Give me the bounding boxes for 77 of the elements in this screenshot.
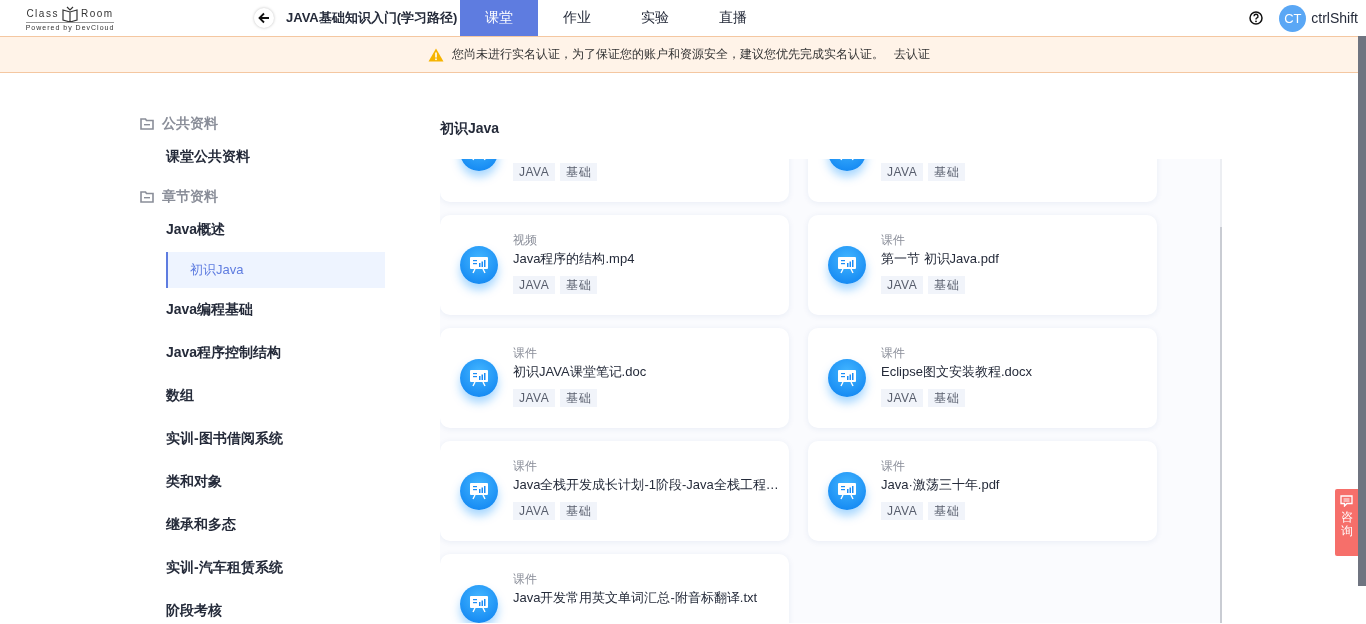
book-icon (60, 5, 79, 22)
section-heading: 章节资料 (162, 188, 218, 206)
file-name[interactable]: 第一节 初识Java.pdf (881, 249, 999, 271)
presentation-icon (460, 585, 498, 623)
page-scrollbar[interactable] (1358, 36, 1366, 586)
help-icon[interactable] (1249, 11, 1264, 25)
chapter-item[interactable]: Java编程基础 (140, 288, 440, 331)
file-card[interactable]: 课件 Java·激荡三十年.pdf JAVA 基础 (808, 441, 1157, 541)
tag: JAVA (513, 276, 556, 294)
file-card[interactable]: JAVA 基础 (440, 159, 789, 202)
file-type: 课件 (881, 345, 906, 362)
file-name[interactable]: Java全栈开发成长计划-1阶段-Java全栈工程… (513, 475, 779, 497)
logo-text: Class (26, 8, 59, 19)
chapter-item[interactable]: 数组 (140, 374, 440, 417)
presentation-icon (828, 359, 866, 397)
tag: JAVA (513, 389, 556, 407)
file-name[interactable]: Java·激荡三十年.pdf (881, 475, 1000, 497)
course-title: JAVA基础知识入门(学习路径) (286, 9, 459, 27)
file-type: 视频 (513, 232, 538, 249)
chapter-item[interactable]: 阶段考核 (140, 589, 440, 624)
file-card[interactable]: 课件 Eclipse图文安装教程.docx JAVA 基础 (808, 328, 1157, 428)
file-card[interactable]: JAVA 基础 (808, 159, 1157, 202)
verify-link[interactable]: 去认证 (894, 46, 930, 63)
presentation-icon (460, 472, 498, 510)
back-arrow-icon (258, 12, 270, 24)
tag: 基础 (928, 389, 966, 407)
presentation-icon (460, 359, 498, 397)
scrollbar[interactable] (1220, 159, 1222, 623)
chapter-item[interactable]: 课堂公共资料 (140, 145, 440, 167)
chapter-item[interactable]: 实训-图书借阅系统 (140, 417, 440, 460)
file-type: 课件 (513, 458, 538, 475)
back-button[interactable] (254, 8, 274, 28)
file-name[interactable]: Java开发常用英文单词汇总-附音标翻译.txt (513, 588, 758, 610)
folder-icon (140, 191, 154, 203)
file-name[interactable]: Java程序的结构.mp4 (513, 249, 635, 271)
tag: JAVA (881, 276, 924, 294)
tag: 基础 (928, 502, 966, 520)
file-card[interactable]: 课件 第一节 初识Java.pdf JAVA 基础 (808, 215, 1157, 315)
section-heading: 公共资料 (162, 115, 218, 133)
tag: 基础 (560, 276, 598, 294)
file-card[interactable]: 视频 Java程序的结构.mp4 JAVA 基础 (440, 215, 789, 315)
lesson-item[interactable]: 初识Java (166, 252, 385, 288)
nav-tab[interactable]: 课堂 (460, 0, 538, 36)
file-name[interactable]: 初识JAVA课堂笔记.doc (513, 362, 647, 384)
file-card[interactable]: 课件 Java开发常用英文单词汇总-附音标翻译.txt (440, 554, 789, 623)
tag: JAVA (513, 163, 556, 181)
chat-icon (1340, 495, 1353, 507)
user-name[interactable]: ctrlShift (1311, 10, 1358, 26)
chapter-item[interactable]: Java程序控制结构 (140, 331, 440, 374)
tag: 基础 (928, 276, 966, 294)
tag: JAVA (881, 163, 924, 181)
file-card[interactable]: 课件 Java全栈开发成长计划-1阶段-Java全栈工程… JAVA 基础 (440, 441, 789, 541)
file-name[interactable]: Eclipse图文安装教程.docx (881, 362, 1032, 384)
logo-text: Room (80, 8, 114, 19)
tag: 基础 (928, 163, 966, 181)
tag: 基础 (560, 389, 598, 407)
presentation-icon (460, 246, 498, 284)
file-type: 课件 (881, 458, 906, 475)
file-type: 课件 (513, 345, 538, 362)
presentation-icon (828, 472, 866, 510)
tag: JAVA (881, 502, 924, 520)
chapter-item[interactable]: 继承和多态 (140, 503, 440, 546)
file-type: 课件 (513, 571, 538, 588)
chapter-item[interactable]: 实训-汽车租赁系统 (140, 546, 440, 589)
tag: 基础 (560, 502, 598, 520)
chapter-item[interactable]: Java概述 (140, 218, 440, 252)
tag: JAVA (513, 502, 556, 520)
tag: JAVA (881, 389, 924, 407)
file-card[interactable]: 课件 初识JAVA课堂笔记.doc JAVA 基础 (440, 328, 789, 428)
presentation-icon (828, 246, 866, 284)
warning-icon (428, 47, 444, 62)
folder-icon (140, 118, 154, 130)
section-title: 初识Java (440, 119, 501, 138)
chapter-item[interactable]: 类和对象 (140, 460, 440, 503)
notice-message: 您尚未进行实名认证，为了保证您的账户和资源安全，建议您优先完成实名认证。 (452, 46, 884, 63)
file-type: 课件 (881, 232, 906, 249)
tag: 基础 (560, 163, 598, 181)
